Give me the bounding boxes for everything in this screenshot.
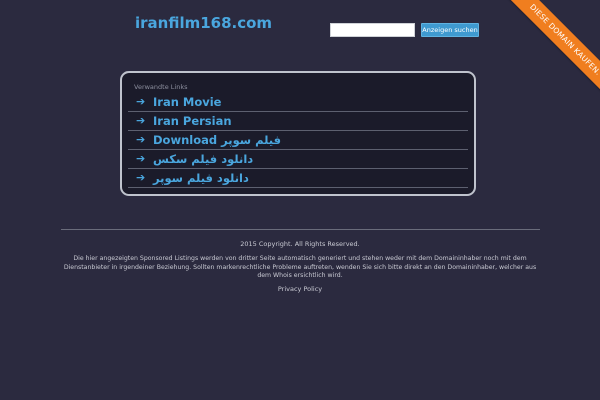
buy-domain-ribbon[interactable]: DIESE DOMAIN KAUFEN. bbox=[494, 0, 600, 111]
footer-divider bbox=[61, 229, 540, 230]
arrow-right-icon: ➔ bbox=[136, 152, 146, 165]
related-links-heading: Verwandte Links bbox=[134, 83, 188, 91]
disclaimer-text: Die hier angezeigten Sponsored Listings … bbox=[63, 255, 537, 279]
related-link-iran-persian[interactable]: ➔ Iran Persian bbox=[128, 112, 468, 131]
privacy-policy-link[interactable]: Privacy Policy bbox=[0, 285, 600, 293]
related-link-label[interactable]: فیلم سوپر Download bbox=[153, 131, 281, 149]
related-link-label[interactable]: دانلود فیلم سکس bbox=[153, 150, 253, 168]
related-link-download-film-super[interactable]: ➔ دانلود فیلم سوپر bbox=[128, 169, 468, 188]
arrow-right-icon: ➔ bbox=[136, 171, 146, 184]
related-link-download-film-sex[interactable]: ➔ دانلود فیلم سکس bbox=[128, 150, 468, 169]
arrow-right-icon: ➔ bbox=[136, 95, 146, 108]
related-link-label[interactable]: دانلود فیلم سوپر bbox=[153, 169, 249, 187]
arrow-right-icon: ➔ bbox=[136, 133, 146, 146]
search-input[interactable] bbox=[330, 23, 415, 37]
related-link-iran-movie[interactable]: ➔ Iran Movie bbox=[128, 93, 468, 112]
site-title-link[interactable]: iranfilm168.com bbox=[135, 14, 272, 32]
related-link-label[interactable]: Iran Movie bbox=[153, 93, 221, 111]
related-link-film-super-download[interactable]: ➔ فیلم سوپر Download bbox=[128, 131, 468, 150]
related-links-box: Verwandte Links ➔ Iran Movie ➔ Iran Pers… bbox=[120, 71, 476, 196]
arrow-right-icon: ➔ bbox=[136, 114, 146, 127]
related-link-label[interactable]: Iran Persian bbox=[153, 112, 232, 130]
copyright-text: 2015 Copyright. All Rights Reserved. bbox=[240, 240, 360, 248]
search-button[interactable]: Anzeigen suchen bbox=[421, 23, 479, 37]
buy-domain-ribbon-container: DIESE DOMAIN KAUFEN. bbox=[480, 0, 600, 120]
